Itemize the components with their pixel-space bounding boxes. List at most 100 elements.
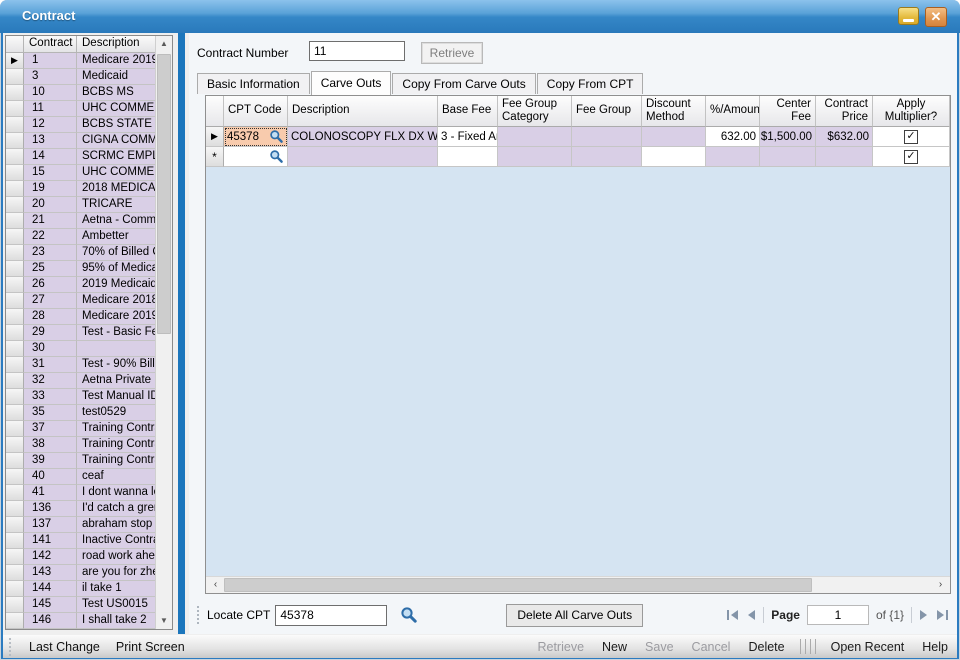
list-item[interactable]: 38Training Contract [6, 437, 172, 453]
contract-number-cell[interactable]: 39 [24, 453, 77, 469]
contract-number-input[interactable] [309, 41, 405, 61]
cell-center-fee[interactable]: $1,500.00 [760, 127, 816, 147]
cell-center-fee[interactable] [760, 147, 816, 167]
contract-number-cell[interactable]: 32 [24, 373, 77, 389]
list-item[interactable]: 27Medicare 2018 [6, 293, 172, 309]
delete-button[interactable]: Delete [739, 640, 793, 654]
list-item[interactable]: 41I dont wanna lose [6, 485, 172, 501]
list-item[interactable]: 15UHC COMMERCIA [6, 165, 172, 181]
contract-number-cell[interactable]: 37 [24, 421, 77, 437]
column-header-apply-multiplier-[interactable]: Apply Multiplier? [873, 96, 950, 127]
list-item[interactable]: 10BCBS MS [6, 85, 172, 101]
tab-carve-outs[interactable]: Carve Outs [311, 71, 392, 95]
column-header-fee-group[interactable]: Fee Group [572, 96, 642, 127]
minimize-button[interactable] [898, 7, 919, 25]
contract-number-cell[interactable]: 14 [24, 149, 77, 165]
row-selector[interactable] [6, 325, 24, 341]
contract-number-cell[interactable]: 27 [24, 293, 77, 309]
row-selector[interactable] [6, 501, 24, 517]
column-header-cpt-code[interactable]: CPT Code [224, 96, 288, 127]
list-item[interactable]: 31Test - 90% Billed C [6, 357, 172, 373]
row-selector[interactable] [6, 213, 24, 229]
contract-number-cell[interactable]: 11 [24, 101, 77, 117]
list-item[interactable]: ▶1Medicare 2019 [6, 53, 172, 69]
row-selector[interactable] [6, 149, 24, 165]
list-item[interactable]: 29Test - Basic Fee [6, 325, 172, 341]
list-item[interactable]: 144il take 1 [6, 581, 172, 597]
list-item[interactable]: 28Medicare 2019 w/ [6, 309, 172, 325]
table-row[interactable]: ▶45378COLONOSCOPY FLX DX W/C3 - Fixed Am… [206, 127, 950, 147]
locate-search-button[interactable] [398, 604, 420, 626]
column-header-description[interactable]: Description [288, 96, 438, 127]
list-item[interactable]: 33Test Manual ID [6, 389, 172, 405]
cell-description[interactable] [288, 147, 438, 167]
panel-splitter[interactable] [178, 33, 185, 634]
cpt-lookup-button[interactable] [269, 149, 284, 164]
cell-base-fee[interactable]: 3 - Fixed Am [438, 127, 498, 147]
contract-number-cell[interactable]: 15 [24, 165, 77, 181]
contract-number-cell[interactable]: 1 [24, 53, 77, 69]
list-item[interactable]: 136I'd catch a grenad [6, 501, 172, 517]
horizontal-scrollbar[interactable]: ‹ › [206, 576, 950, 593]
next-page-button[interactable] [919, 609, 929, 621]
row-selector[interactable] [6, 277, 24, 293]
print-screen-button[interactable]: Print Screen [108, 640, 193, 654]
list-item[interactable]: 3Medicaid [6, 69, 172, 85]
last-change-button[interactable]: Last Change [21, 640, 108, 654]
row-selector[interactable] [6, 549, 24, 565]
cell-discount-method[interactable] [642, 127, 706, 147]
last-page-button[interactable] [936, 609, 949, 621]
table-row[interactable]: *✓ [206, 147, 950, 167]
list-item[interactable]: 13CIGNA COMMERC [6, 133, 172, 149]
statusbar-grip[interactable] [9, 638, 13, 656]
row-selector[interactable] [6, 133, 24, 149]
contract-number-cell[interactable]: 10 [24, 85, 77, 101]
row-selector[interactable] [6, 437, 24, 453]
contract-number-cell[interactable]: 38 [24, 437, 77, 453]
cell-fee-group[interactable] [572, 127, 642, 147]
contract-number-cell[interactable]: 41 [24, 485, 77, 501]
contract-number-cell[interactable]: 35 [24, 405, 77, 421]
list-item[interactable]: 262019 Medicaid [6, 277, 172, 293]
column-header-center-fee[interactable]: Center Fee [760, 96, 816, 127]
delete-all-carve-outs-button[interactable]: Delete All Carve Outs [506, 604, 643, 627]
list-item[interactable]: 40ceaf [6, 469, 172, 485]
row-selector[interactable] [6, 469, 24, 485]
cell-pct-amount[interactable] [706, 147, 760, 167]
contract-number-cell[interactable]: 23 [24, 245, 77, 261]
contract-number-cell[interactable]: 13 [24, 133, 77, 149]
scroll-up-icon[interactable]: ▲ [156, 36, 172, 52]
contract-number-cell[interactable]: 22 [24, 229, 77, 245]
column-header-discount-method[interactable]: Discount Method [642, 96, 706, 127]
locate-cpt-input[interactable] [275, 605, 387, 626]
tab-copy-from-cpt[interactable]: Copy From CPT [537, 73, 644, 94]
row-selector[interactable] [6, 389, 24, 405]
row-selector[interactable] [6, 517, 24, 533]
list-item[interactable]: 145Test US0015 [6, 597, 172, 613]
cell-fee-group-category[interactable] [498, 127, 572, 147]
list-item[interactable]: 146I shall take 2 [6, 613, 172, 629]
list-item[interactable]: 141Inactive Contract [6, 533, 172, 549]
contract-number-cell[interactable]: 28 [24, 309, 77, 325]
row-selector[interactable] [6, 485, 24, 501]
column-header-contract[interactable]: Contract [24, 36, 77, 53]
contract-number-cell[interactable]: 136 [24, 501, 77, 517]
scroll-right-icon[interactable]: › [932, 577, 949, 593]
cell-cpt-code[interactable]: 45378 [224, 127, 288, 147]
grid-corner-cell[interactable] [206, 96, 224, 127]
list-item[interactable]: 22Ambetter [6, 229, 172, 245]
help-button[interactable]: Help [913, 640, 957, 654]
contract-number-cell[interactable]: 21 [24, 213, 77, 229]
scrollbar-thumb[interactable] [157, 54, 171, 334]
contract-number-cell[interactable]: 19 [24, 181, 77, 197]
cell-discount-method[interactable] [642, 147, 706, 167]
contract-number-cell[interactable]: 25 [24, 261, 77, 277]
contract-number-cell[interactable]: 30 [24, 341, 77, 357]
list-item[interactable]: 20TRICARE [6, 197, 172, 213]
row-selector[interactable] [6, 293, 24, 309]
contract-number-cell[interactable]: 145 [24, 597, 77, 613]
list-item[interactable]: 2595% of Medicare [6, 261, 172, 277]
contract-number-cell[interactable]: 146 [24, 613, 77, 629]
row-selector[interactable] [6, 421, 24, 437]
row-selector[interactable] [6, 597, 24, 613]
